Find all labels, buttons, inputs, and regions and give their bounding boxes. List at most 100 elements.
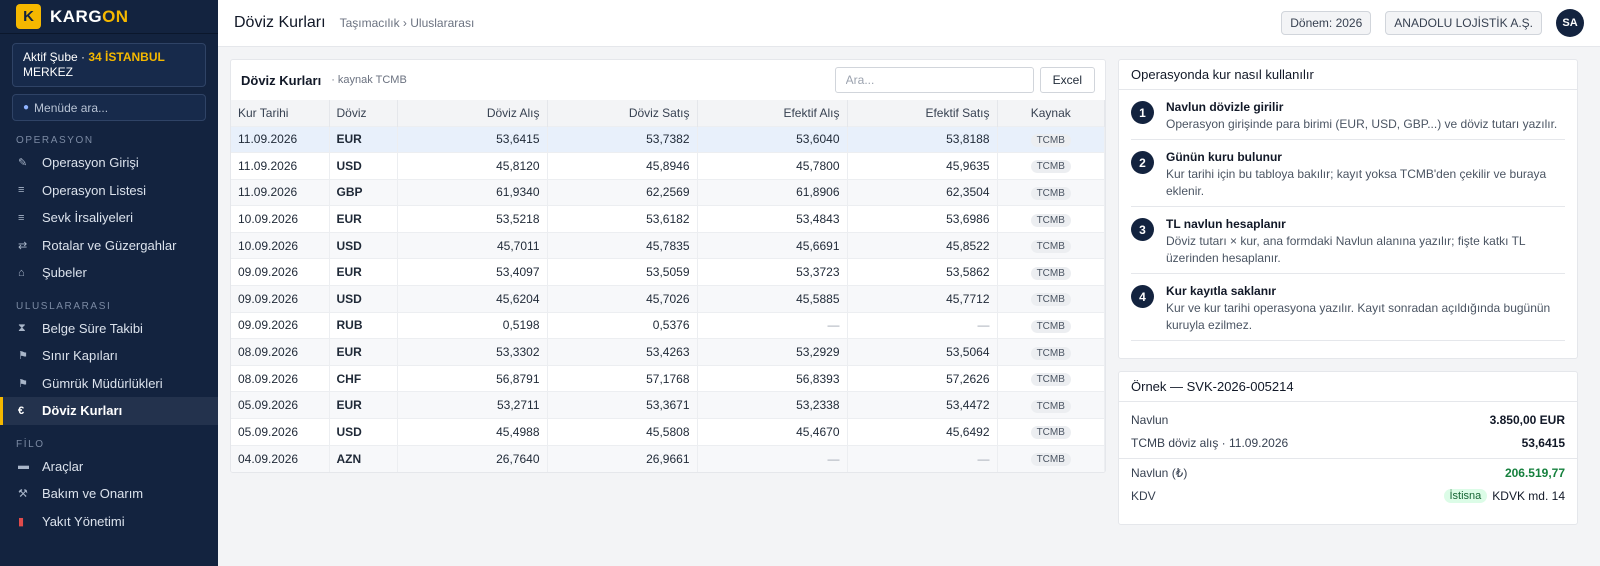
sidebar-item-araçlar[interactable]: ▬ Araçlar: [0, 453, 218, 481]
sidebar-item-bakım-ve-onarım[interactable]: ⚒ Bakım ve Onarım: [0, 480, 218, 508]
example-row-freight: Navlun 3.850,00 EUR: [1119, 408, 1577, 431]
column-header[interactable]: Kaynak: [997, 100, 1105, 126]
rates-search-input[interactable]: [834, 67, 1034, 93]
table-row[interactable]: 09.09.2026 USD 45,6204 45,7026 45,5885 45,771…: [231, 285, 1105, 313]
sidebar-item-operasyon-girişi[interactable]: ✎ Operasyon Girişi: [0, 149, 218, 177]
table-cell: 45,5885: [697, 285, 848, 313]
source-badge: TCMB: [1030, 373, 1071, 387]
column-header[interactable]: Döviz: [329, 100, 398, 126]
avatar[interactable]: SA: [1556, 9, 1584, 37]
topbar: Döviz Kurları Taşımacılık › Uluslararası…: [218, 0, 1600, 47]
excel-export-button[interactable]: Excel: [1039, 67, 1095, 93]
table-header-row: Kur Tarihi Döviz Döviz Alış Döviz Satış Efek…: [231, 100, 1105, 126]
app-root: K KARGON Aktif Şube · 34 İSTANBUL MERKEZ…: [0, 0, 1600, 566]
table-row[interactable]: 09.09.2026 RUB 0,5198 0,5376— — TCMB: [231, 311, 1105, 339]
step-title: Günün kuru bulunur: [1166, 150, 1282, 164]
column-header[interactable]: Döviz Satış: [547, 100, 698, 126]
table-cell: USD: [329, 418, 398, 446]
sidebar-item-sınır-kapıları[interactable]: ⚑ Sınır Kapıları: [0, 342, 218, 370]
table-cell: 11.09.2026: [231, 125, 330, 153]
example-value: 3.850,00 EUR: [1489, 412, 1565, 427]
sidebar-item-operasyon-listesi[interactable]: ≡ Operasyon Listesi: [0, 177, 218, 205]
sidebar-item-şubeler[interactable]: ⌂ Şubeler: [0, 259, 218, 287]
table-row[interactable]: 04.09.2026 AZN 26,7640 26,9661— — TCMB: [231, 444, 1105, 472]
table-cell: EUR: [329, 205, 398, 233]
example-value: 206.519,77: [1504, 465, 1565, 480]
table-row[interactable]: 05.09.2026 USD 45,4988 45,5808 45,4670 45,649…: [231, 418, 1105, 446]
sidebar-item-sevk-i-rsaliyeleri[interactable]: ≡ Sevk İrsaliyeleri: [0, 204, 218, 232]
breadcrumb[interactable]: Taşımacılık › Uluslararası: [340, 16, 475, 30]
step-title: Navlun dövizle girilir: [1166, 100, 1284, 114]
table-cell: RUB: [329, 311, 398, 339]
brand-name-b: ON: [102, 6, 129, 26]
company-selector[interactable]: ANADOLU LOJİSTİK A.Ş.: [1385, 11, 1542, 35]
table-cell: 45,4670: [697, 418, 848, 446]
column-header[interactable]: Döviz Alış: [397, 100, 548, 126]
table-cell: 62,2569: [547, 178, 698, 206]
table-cell: 11.09.2026: [231, 152, 330, 180]
source-cell: TCMB: [997, 205, 1105, 233]
table-cell: 62,3504: [847, 178, 998, 206]
example-label: KDV: [1131, 488, 1156, 503]
source-cell: TCMB: [997, 311, 1105, 339]
sidebar-item-belge-süre-takibi[interactable]: ⧗ Belge Süre Takibi: [0, 315, 218, 343]
source-badge: TCMB: [1030, 240, 1071, 254]
table-cell: 53,6040: [697, 125, 848, 153]
sidebar: K KARGON Aktif Şube · 34 İSTANBUL MERKEZ…: [0, 0, 218, 566]
table-row[interactable]: 10.09.2026 USD 45,7011 45,7835 45,6691 45,852…: [231, 231, 1105, 259]
fuel-icon: ▮: [18, 515, 25, 528]
sidebar-item-gümrük-müdürlükleri[interactable]: ⚑ Gümrük Müdürlükleri: [0, 370, 218, 398]
step-title: Kur kayıtla saklanır: [1166, 284, 1277, 298]
sidebar-item-döviz-kurları[interactable]: € Döviz Kurları: [0, 397, 218, 425]
branch-value: 34 İSTANBUL: [88, 50, 165, 64]
sidebar-item-yakıt-yönetimi[interactable]: ▮ Yakıt Yönetimi: [0, 508, 218, 536]
table-cell: 61,8906: [697, 178, 848, 206]
table-cell: 53,6415: [397, 125, 548, 153]
step-description: Operasyon girişinde para birimi (EUR, US…: [1166, 117, 1558, 131]
table-cell: 26,9661: [547, 444, 698, 472]
table-cell: 57,1768: [547, 364, 698, 392]
howto-steps: 1 Navlun dövizle girilir Operasyon giriş…: [1131, 90, 1565, 341]
brand[interactable]: K KARGON: [0, 0, 218, 34]
table-cell: EUR: [329, 125, 398, 153]
table-row[interactable]: 08.09.2026 CHF 56,8791 57,1768 56,8393 57,262…: [231, 364, 1105, 392]
column-header[interactable]: Kur Tarihi: [231, 100, 330, 126]
logo-icon: K: [16, 4, 41, 29]
table-cell: 53,3671: [547, 391, 698, 419]
source-badge: TCMB: [1030, 266, 1071, 280]
active-branch-selector[interactable]: Aktif Şube · 34 İSTANBUL MERKEZ: [12, 43, 206, 87]
source-cell: TCMB: [997, 338, 1105, 366]
table-row[interactable]: 05.09.2026 EUR 53,2711 53,3671 53,2338 53,447…: [231, 391, 1105, 419]
table-row[interactable]: 10.09.2026 EUR 53,5218 53,6182 53,4843 53,698…: [231, 205, 1105, 233]
euro-icon: €: [18, 404, 25, 417]
table-row[interactable]: 08.09.2026 EUR 53,3302 53,4263 53,2929 53,506…: [231, 338, 1105, 366]
column-header[interactable]: Efektif Satış: [847, 100, 998, 126]
table-cell: EUR: [329, 391, 398, 419]
table-cell: —: [697, 444, 848, 472]
menu-search-input[interactable]: ● Menüde ara...: [12, 94, 206, 121]
sidebar-item-rotalar-ve-güzergahlar[interactable]: ⇄ Rotalar ve Güzergahlar: [0, 232, 218, 260]
table-cell: 61,9340: [397, 178, 548, 206]
table-cell: 45,6691: [697, 231, 848, 259]
table-cell: 53,5862: [847, 258, 998, 286]
example-row-rate: TCMB döviz alış · 11.09.2026 53,6415: [1119, 431, 1577, 454]
period-selector[interactable]: Dönem: 2026: [1281, 11, 1372, 35]
step-title: TL navlun hesaplanır: [1166, 217, 1286, 231]
table-cell: 45,7835: [547, 231, 698, 259]
column-header[interactable]: Efektif Alış: [697, 100, 848, 126]
hourglass-icon: ⧗: [18, 321, 26, 334]
step-number: 2: [1131, 151, 1154, 174]
example-row-freight-try: Navlun (₺) 206.519,77: [1119, 461, 1577, 484]
table-cell: 10.09.2026: [231, 205, 330, 233]
sidebar-item-label: Operasyon Girişi: [42, 155, 139, 171]
table-row[interactable]: 11.09.2026 GBP 61,9340 62,2569 61,8906 62,350…: [231, 178, 1105, 206]
howto-step: 4 Kur kayıtla saklanır Kur ve kur tarihi…: [1131, 274, 1565, 341]
table-row[interactable]: 11.09.2026 USD 45,8120 45,8946 45,7800 45,963…: [231, 152, 1105, 180]
table-row[interactable]: 09.09.2026 EUR 53,4097 53,5059 53,3723 53,586…: [231, 258, 1105, 286]
source-badge: TCMB: [1030, 186, 1071, 200]
example-label: Navlun: [1131, 412, 1169, 427]
example-value: 53,6415: [1521, 435, 1565, 450]
howto-step: 2 Günün kuru bulunur Kur tarihi için bu …: [1131, 140, 1565, 207]
table-row[interactable]: 11.09.2026 EUR 53,6415 53,7382 53,6040 53,818…: [231, 125, 1105, 153]
table-cell: 53,5064: [847, 338, 998, 366]
